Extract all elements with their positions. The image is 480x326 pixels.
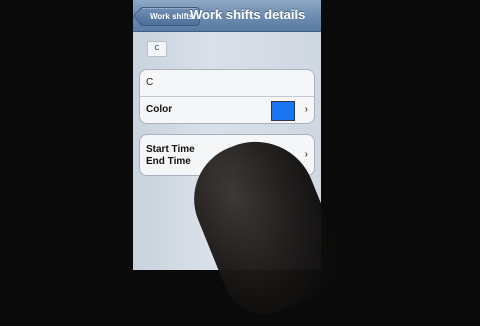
page-title: Work shifts details (190, 7, 306, 22)
color-swatch (271, 101, 295, 121)
back-button-label: Work shifts (150, 12, 194, 21)
name-value: C (146, 77, 154, 88)
start-time-label: Start Time (146, 144, 195, 155)
chevron-right-icon: › (304, 104, 308, 115)
chevron-right-icon: › (304, 149, 308, 160)
color-label: Color (146, 104, 173, 115)
end-time-label: End Time (146, 156, 191, 167)
navigation-bar: Work shifts Work shifts details (133, 0, 321, 32)
shift-details-group: C Color › (139, 69, 315, 124)
shift-code-badge: C (147, 41, 167, 57)
name-row[interactable]: C (140, 70, 314, 97)
color-row[interactable]: Color › (140, 97, 314, 123)
